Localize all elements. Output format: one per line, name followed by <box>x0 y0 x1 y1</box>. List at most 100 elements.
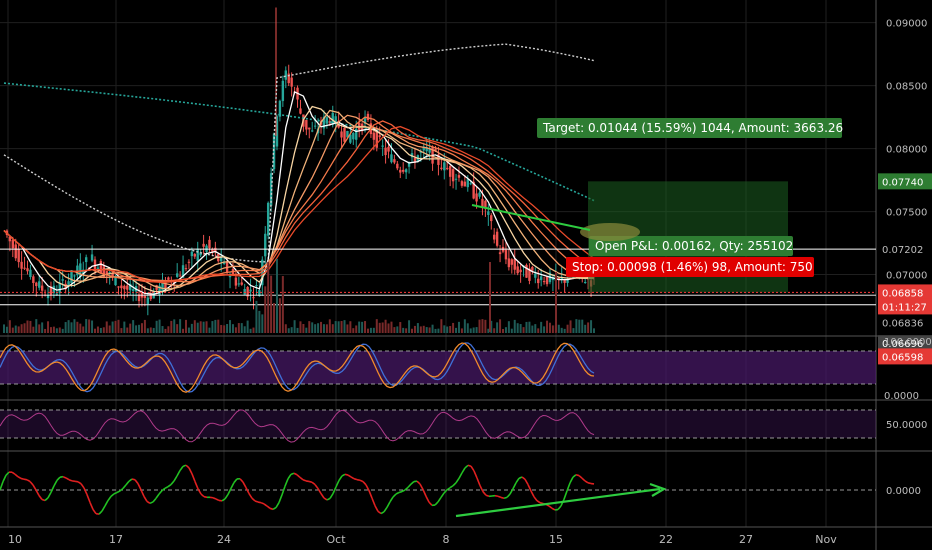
volume-bar <box>496 322 499 333</box>
candle-body <box>498 252 502 255</box>
volume-bar <box>267 261 270 333</box>
candle-body <box>184 268 188 270</box>
candle-body <box>20 261 23 269</box>
momentum-segment <box>485 494 490 498</box>
target-info-text: Target: 0.01044 (15.59%) 1044, Amount: 3… <box>542 121 843 135</box>
candle-body <box>539 276 543 281</box>
volume-bar <box>117 319 120 333</box>
momentum-segment <box>260 501 265 505</box>
volume-bar <box>531 325 534 333</box>
price-tick-label: 0.07000 <box>886 271 927 282</box>
volume-bar <box>587 322 590 333</box>
candle-body <box>123 285 126 290</box>
volume-bar <box>179 319 182 333</box>
candle-body <box>117 286 120 288</box>
volume-bar <box>61 328 64 333</box>
price-tag-label: 0.06836 <box>882 318 923 329</box>
candle-body <box>481 198 484 207</box>
volume-bar <box>369 327 372 333</box>
candle-body <box>208 239 211 249</box>
candle-body <box>340 131 343 138</box>
momentum-segment <box>302 478 307 482</box>
candle-body <box>234 277 238 286</box>
price-tag-label: 0.06598 <box>882 352 923 363</box>
volume-bar <box>173 319 176 333</box>
volume-bar <box>581 319 584 333</box>
volume-bar <box>387 323 390 333</box>
trading-chart[interactable]: TARGET #2TARGET #1Target: 0.01044 (15.59… <box>0 0 932 550</box>
candle-body <box>381 145 384 147</box>
volume-bar <box>49 327 52 333</box>
volume-bar <box>170 320 173 333</box>
osc3-tick-label: 0.0000 <box>886 486 921 497</box>
volume-bar <box>460 328 463 333</box>
candle-body <box>17 249 20 263</box>
volume-bar <box>99 327 102 333</box>
volume-bar <box>11 327 14 333</box>
volume-bar <box>557 324 560 333</box>
volume-bar <box>422 325 425 333</box>
volume-bar <box>187 327 190 333</box>
volume-bar <box>546 320 549 333</box>
volume-bar <box>548 322 551 333</box>
candle-body <box>399 169 402 173</box>
momentum-segment <box>497 495 502 499</box>
volume-bar <box>378 322 381 333</box>
candle-body <box>478 192 481 197</box>
volume-bar <box>176 324 179 333</box>
volume-bar <box>466 323 469 333</box>
candle-body <box>55 293 59 295</box>
candle-body <box>284 70 287 80</box>
volume-bar <box>475 327 478 333</box>
candle-body <box>534 273 537 278</box>
volume-bar <box>261 314 264 333</box>
rsi-band <box>0 410 876 438</box>
volume-bar <box>463 319 466 333</box>
candle-body <box>40 285 44 291</box>
volume-bar <box>205 321 208 333</box>
candle-body <box>255 285 258 287</box>
candle-body <box>583 281 587 283</box>
volume-bar <box>220 324 223 333</box>
candle-body <box>90 254 94 261</box>
candle-body <box>443 162 446 171</box>
volume-bar <box>478 319 481 333</box>
price-tag-label: 0.07740 <box>882 177 923 188</box>
momentum-segment <box>587 482 592 485</box>
volume-bar <box>229 320 232 333</box>
candle-body <box>311 130 314 132</box>
volume-bar <box>184 319 187 333</box>
volume-bar <box>499 319 502 333</box>
volume-bar <box>343 320 346 333</box>
candle-body <box>352 133 355 140</box>
volume-bar <box>284 324 287 333</box>
volume-bar <box>507 321 510 333</box>
volume-bar <box>35 319 38 333</box>
candle-body <box>202 243 205 247</box>
volume-bar <box>489 262 491 332</box>
volume-bar <box>375 319 378 333</box>
volume-bar <box>240 323 243 333</box>
candle-body <box>131 289 135 291</box>
volume-bar <box>437 328 440 333</box>
volume-bar <box>293 320 296 333</box>
momentum-segment <box>308 480 313 484</box>
candle-body <box>507 258 511 268</box>
candle-body <box>516 266 519 274</box>
volume-bar <box>346 324 349 333</box>
candle-body <box>32 276 35 283</box>
candle-body <box>29 269 32 278</box>
volume-bar <box>510 328 513 333</box>
volume-bar <box>502 328 505 333</box>
candle-body <box>308 127 311 130</box>
candle-body <box>463 181 467 187</box>
candle-body <box>167 277 170 280</box>
momentum-segment <box>356 478 361 482</box>
price-tick-label: 0.09000 <box>886 19 927 30</box>
volume-bar <box>440 319 443 333</box>
volume-bar <box>516 323 519 333</box>
price-tag-label: 01:11:27 <box>882 303 927 314</box>
volume-bar <box>366 328 369 333</box>
candle-body <box>446 167 449 170</box>
volume-bar <box>308 321 311 333</box>
